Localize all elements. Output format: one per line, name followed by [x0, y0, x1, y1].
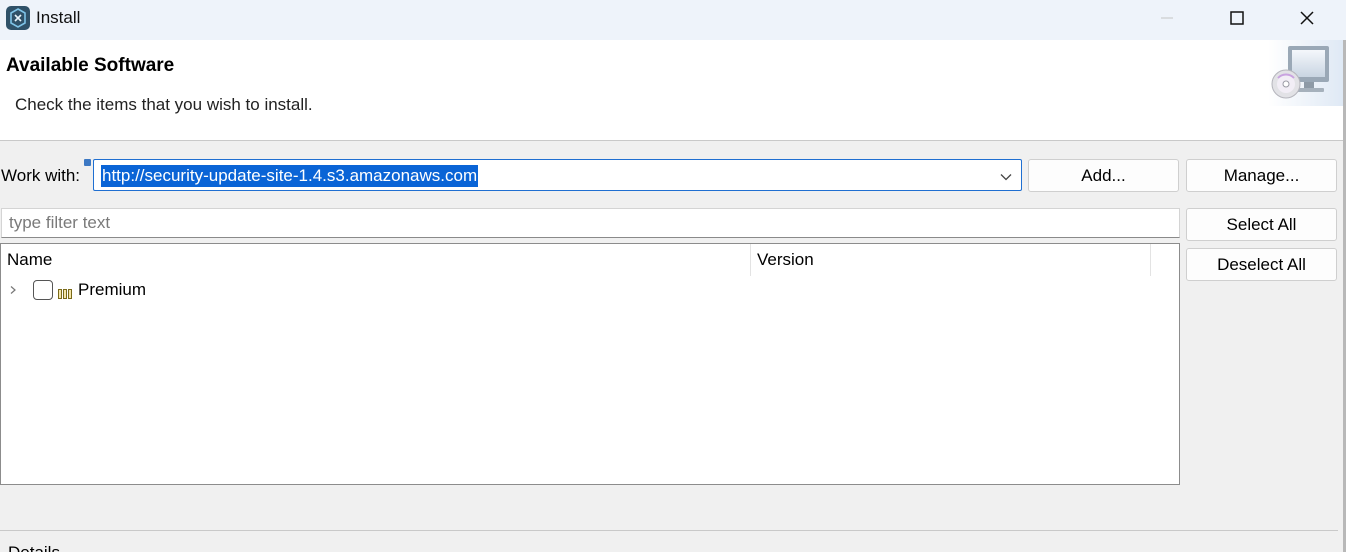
minimize-button[interactable] — [1132, 0, 1202, 36]
close-icon — [1300, 11, 1314, 25]
chevron-down-icon[interactable] — [999, 169, 1013, 189]
work-with-label: Work with: — [1, 166, 81, 185]
minimize-icon — [1161, 17, 1173, 19]
content-assist-marker-icon — [84, 159, 91, 166]
filter-input[interactable] — [1, 208, 1180, 238]
row-name: Premium — [78, 280, 147, 299]
deselect-all-button[interactable]: Deselect All — [1186, 248, 1337, 281]
maximize-icon — [1230, 11, 1244, 25]
select-all-button[interactable]: Select All — [1186, 208, 1337, 241]
window-title: Install — [36, 8, 81, 27]
add-button[interactable]: Add... — [1028, 159, 1179, 192]
maximize-button[interactable] — [1202, 0, 1272, 36]
close-button[interactable] — [1272, 0, 1342, 36]
details-separator — [0, 530, 1338, 531]
column-header-name[interactable]: Name — [1, 244, 751, 276]
row-checkbox[interactable] — [33, 280, 53, 300]
wizard-header: Available Software Check the items that … — [0, 40, 1343, 141]
page-title: Available Software — [6, 55, 175, 76]
details-label: Details — [8, 543, 60, 552]
computer-cd-install-icon — [1268, 40, 1343, 106]
title-bar: Install — [0, 0, 1346, 40]
column-header-version[interactable]: Version — [751, 244, 1151, 276]
category-icon — [58, 284, 72, 304]
chevron-right-icon[interactable] — [8, 282, 18, 302]
manage-button[interactable]: Manage... — [1186, 159, 1337, 192]
work-with-url[interactable]: http://security-update-site-1.4.s3.amazo… — [101, 165, 479, 187]
page-description: Check the items that you wish to install… — [15, 95, 313, 114]
eclipse-installer-icon — [6, 6, 30, 30]
tree-row[interactable]: Premium — [1, 278, 1179, 302]
work-with-combo[interactable]: http://security-update-site-1.4.s3.amazo… — [93, 159, 1022, 191]
software-tree[interactable]: Name Version Premium — [0, 243, 1180, 485]
